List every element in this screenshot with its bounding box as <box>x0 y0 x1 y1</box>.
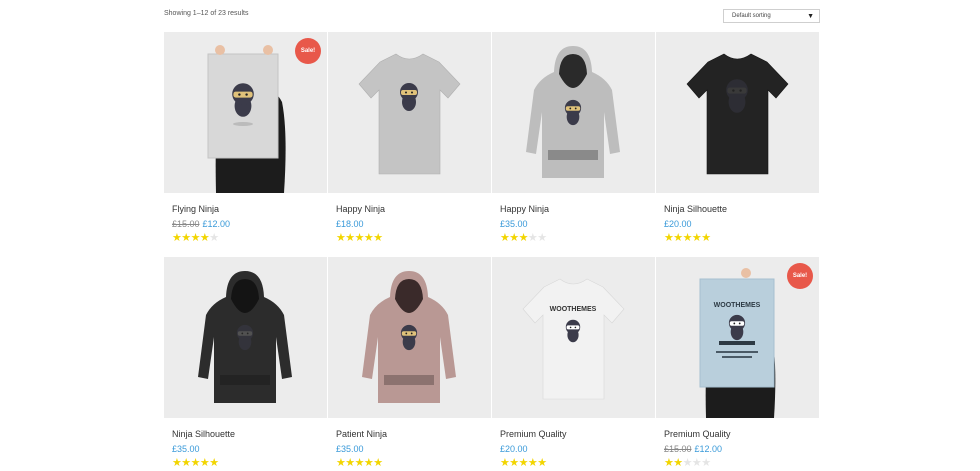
current-price: £12.00 <box>202 219 231 229</box>
product-card[interactable]: WOOTHEMES Sale! Premium Quality £15.00 £12.… <box>656 257 819 471</box>
star-icon: ★ <box>336 457 346 469</box>
product-image[interactable]: WOOTHEMES Sale! <box>656 257 819 418</box>
star-icon: ★ <box>199 232 210 244</box>
product-price: £20.00 <box>500 444 655 457</box>
star-icon: ★ <box>701 457 712 469</box>
star-icon: ★ <box>209 232 220 244</box>
star-icon: ★ <box>537 457 548 469</box>
star-icon: ★ <box>682 232 693 244</box>
product-card[interactable]: WOOTHEMES Premium Quality £20.00 ★ ★ ★ ★ ★ <box>492 257 655 471</box>
star-icon: ★ <box>664 232 674 244</box>
star-icon: ★ <box>664 457 674 469</box>
product-image[interactable]: WOOTHEMES <box>492 257 655 418</box>
star-rating: ★ ★ ★ ★ ★ <box>664 233 819 245</box>
sale-badge: Sale! <box>295 38 321 64</box>
star-icon: ★ <box>345 457 356 469</box>
star-rating: ★ ★ ★ ★ ★ <box>500 458 655 470</box>
result-count: Showing 1–12 of 23 results <box>164 10 249 17</box>
product-image[interactable] <box>328 32 491 193</box>
star-icon: ★ <box>509 232 520 244</box>
product-price: £35.00 <box>336 444 491 457</box>
product-price: £15.00 £12.00 <box>172 219 327 232</box>
sale-badge: Sale! <box>787 263 813 289</box>
product-image[interactable] <box>492 32 655 193</box>
product-price: £15.00 £12.00 <box>664 444 819 457</box>
original-price: £15.00 <box>664 444 692 454</box>
product-card[interactable]: Happy Ninja £18.00 ★ ★ ★ ★ ★ <box>328 32 491 257</box>
star-icon: ★ <box>527 232 538 244</box>
star-icon: ★ <box>190 457 201 469</box>
star-rating: ★ ★ ★ ★ ★ <box>172 458 327 470</box>
star-icon: ★ <box>363 232 374 244</box>
star-icon: ★ <box>181 457 192 469</box>
star-icon: ★ <box>199 457 210 469</box>
product-image[interactable] <box>328 257 491 418</box>
current-price: £20.00 <box>664 219 692 229</box>
product-title[interactable]: Premium Quality <box>664 429 819 442</box>
sorting-select[interactable]: Default sorting ▼ <box>723 9 820 23</box>
star-icon: ★ <box>500 232 510 244</box>
current-price: £35.00 <box>500 219 528 229</box>
product-title[interactable]: Flying Ninja <box>172 204 327 217</box>
star-icon: ★ <box>518 457 529 469</box>
product-image[interactable] <box>164 257 327 418</box>
product-title[interactable]: Premium Quality <box>500 429 655 442</box>
star-icon: ★ <box>682 457 693 469</box>
product-price: £35.00 <box>500 219 655 232</box>
product-card[interactable]: Ninja Silhouette £35.00 ★ ★ ★ ★ ★ <box>164 257 327 471</box>
svg-text:WOOTHEMES: WOOTHEMES <box>550 306 597 313</box>
star-icon: ★ <box>363 457 374 469</box>
product-image[interactable] <box>656 32 819 193</box>
star-icon: ★ <box>691 232 702 244</box>
star-icon: ★ <box>518 232 529 244</box>
star-icon: ★ <box>373 232 384 244</box>
caret-down-icon: ▼ <box>807 12 814 20</box>
star-icon: ★ <box>345 232 356 244</box>
product-price: £18.00 <box>336 219 491 232</box>
product-title[interactable]: Happy Ninja <box>500 204 655 217</box>
star-rating: ★ ★ ★ ★ ★ <box>336 458 491 470</box>
product-image[interactable]: Sale! <box>164 32 327 193</box>
star-icon: ★ <box>701 232 712 244</box>
star-icon: ★ <box>509 457 520 469</box>
star-rating: ★ ★ ★ ★ ★ <box>500 233 655 245</box>
star-rating: ★ ★ ★ ★ ★ <box>336 233 491 245</box>
star-rating: ★ ★ ★ ★ ★ <box>664 458 819 470</box>
star-icon: ★ <box>190 232 201 244</box>
star-icon: ★ <box>172 232 182 244</box>
star-icon: ★ <box>500 457 510 469</box>
star-icon: ★ <box>336 232 346 244</box>
star-icon: ★ <box>354 457 365 469</box>
star-icon: ★ <box>691 457 702 469</box>
star-icon: ★ <box>209 457 220 469</box>
current-price: £18.00 <box>336 219 364 229</box>
original-price: £15.00 <box>172 219 200 229</box>
product-title[interactable]: Happy Ninja <box>336 204 491 217</box>
star-rating: ★ ★ ★ ★ ★ <box>172 233 327 245</box>
current-price: £12.00 <box>694 444 723 454</box>
current-price: £20.00 <box>500 444 528 454</box>
product-title[interactable]: Patient Ninja <box>336 429 491 442</box>
svg-text:WOOTHEMES: WOOTHEMES <box>714 302 761 309</box>
product-price: £20.00 <box>664 219 819 232</box>
sorting-selected-value: Default sorting <box>732 13 771 19</box>
product-card[interactable]: Ninja Silhouette £20.00 ★ ★ ★ ★ ★ <box>656 32 819 257</box>
product-title[interactable]: Ninja Silhouette <box>172 429 327 442</box>
star-icon: ★ <box>673 232 684 244</box>
star-icon: ★ <box>181 232 192 244</box>
product-card[interactable]: Sale! Flying Ninja £15.00 £12.00 ★ ★ ★ ★ ★ <box>164 32 327 257</box>
product-title[interactable]: Ninja Silhouette <box>664 204 819 217</box>
star-icon: ★ <box>537 232 548 244</box>
star-icon: ★ <box>172 457 182 469</box>
current-price: £35.00 <box>172 444 200 454</box>
product-card[interactable]: Patient Ninja £35.00 ★ ★ ★ ★ ★ <box>328 257 491 471</box>
star-icon: ★ <box>527 457 538 469</box>
star-icon: ★ <box>373 457 384 469</box>
star-icon: ★ <box>673 457 684 469</box>
star-icon: ★ <box>354 232 365 244</box>
current-price: £35.00 <box>336 444 364 454</box>
product-card[interactable]: Happy Ninja £35.00 ★ ★ ★ ★ ★ <box>492 32 655 257</box>
product-price: £35.00 <box>172 444 327 457</box>
product-grid: Sale! Flying Ninja £15.00 £12.00 ★ ★ ★ ★ ★ Happy… <box>164 32 819 471</box>
